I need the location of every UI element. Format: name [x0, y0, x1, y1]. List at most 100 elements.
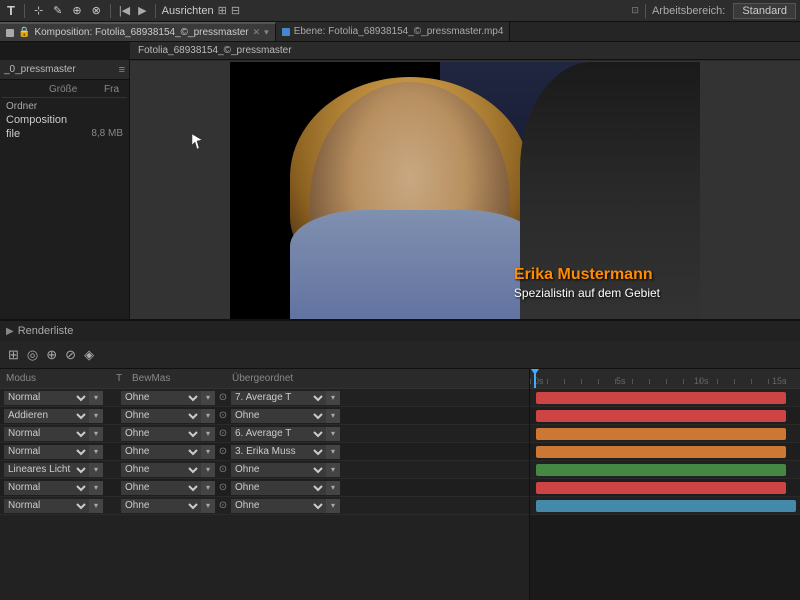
modus-select-3[interactable]: NormalAddierenLineares Licht: [4, 445, 89, 459]
col-t-header: T: [110, 373, 128, 384]
uebergeordnet-arrow-5[interactable]: ▾: [326, 481, 340, 495]
tl-tool-2[interactable]: ◎: [27, 347, 38, 363]
ruler-100: 100: [190, 60, 205, 61]
eye-5[interactable]: ⊙: [215, 480, 231, 496]
col-bewmas-header: BewMas: [128, 373, 228, 384]
uebergeordnet-arrow-4[interactable]: ▾: [326, 463, 340, 477]
layer-tab-label: Ebene: Fotolia_68938154_©_pressmaster.mp…: [294, 26, 504, 37]
bewmas-select-2[interactable]: Ohne: [121, 427, 201, 441]
uebergeordnet-select-1[interactable]: Ohne: [231, 409, 326, 423]
track-bar-1: [536, 410, 786, 422]
eye-6[interactable]: ⊙: [215, 498, 231, 514]
tl-tools-bar: ⊞ ◎ ⊕ ⊘ ◈: [0, 341, 800, 369]
uebergeordnet-select-2[interactable]: 6. Average TOhne: [231, 427, 326, 441]
lock-icon: 🔒: [18, 27, 30, 38]
table-row: NormalAddierenLineares Licht ▾ Ohne ▾ ⊙ …: [0, 443, 529, 461]
uebergeordnet-select-3[interactable]: 3. Erika MussOhne: [231, 445, 326, 459]
eye-0[interactable]: ⊙: [215, 390, 231, 406]
uebergeordnet-arrow-2[interactable]: ▾: [326, 427, 340, 441]
bewmas-select-5[interactable]: Ohne: [121, 481, 201, 495]
bewmas-arrow-5[interactable]: ▾: [201, 481, 215, 495]
modus-select-4[interactable]: Lineares LichtNormalAddieren: [4, 463, 89, 477]
bewmas-arrow-0[interactable]: ▾: [201, 391, 215, 405]
eye-3[interactable]: ⊙: [215, 444, 231, 460]
project-item-jpeg[interactable]: file 8,8 MB: [2, 127, 127, 141]
modus-select-1[interactable]: AddierenNormalLineares Licht: [4, 409, 89, 423]
uebergeordnet-select-5[interactable]: Ohne: [231, 481, 326, 495]
video-frame: Erika Mustermann Spezialistin auf dem Ge…: [230, 62, 700, 319]
bewmas-select-0[interactable]: Ohne: [121, 391, 201, 405]
modus-arrow-5[interactable]: ▾: [89, 481, 103, 495]
renderliste-label: Renderliste: [18, 325, 74, 337]
project-item-comp[interactable]: Composition: [2, 113, 127, 127]
renderliste-arrow[interactable]: ▶: [6, 326, 14, 337]
playback-back[interactable]: |◀: [117, 4, 132, 17]
uebergeordnet-select-4[interactable]: Ohne: [231, 463, 326, 477]
tl-tool-1[interactable]: ⊞: [8, 347, 19, 363]
tab-row: 🔒 Komposition: Fotolia_68938154_©_pressm…: [0, 22, 800, 42]
align-right[interactable]: ⊟: [231, 4, 240, 17]
bewmas-arrow-6[interactable]: ▾: [201, 499, 215, 513]
modus-select-0[interactable]: NormalAddierenLineares Licht: [4, 391, 89, 405]
standard-button[interactable]: Standard: [733, 3, 796, 19]
left-panel: _0_pressmaster ≡ Größe Fra Ordner Compos…: [0, 60, 130, 319]
tl-ruler: 0s 5s 10s 15s: [530, 369, 800, 389]
comp-tab-close[interactable]: ✕: [253, 27, 261, 38]
uebergeordnet-select-0[interactable]: 7. Average TOhne: [231, 391, 326, 405]
col-modus-header: Modus: [0, 373, 110, 384]
modus-select-5[interactable]: NormalAddierenLineares Licht: [4, 481, 89, 495]
bewmas-select-4[interactable]: Ohne: [121, 463, 201, 477]
modus-arrow-6[interactable]: ▾: [89, 499, 103, 513]
eye-2[interactable]: ⊙: [215, 426, 231, 442]
tool-t[interactable]: T: [4, 3, 18, 18]
eye-1[interactable]: ⊙: [215, 408, 231, 424]
tl-tool-5[interactable]: ◈: [84, 347, 94, 363]
modus-arrow-0[interactable]: ▾: [89, 391, 103, 405]
person-body: [290, 210, 540, 319]
comp-tab-label: Komposition: Fotolia_68938154_©_pressmas…: [34, 27, 248, 38]
project-items: Ordner Composition file 8,8 MB: [2, 98, 127, 143]
layer-tab[interactable]: Ebene: Fotolia_68938154_©_pressmaster.mp…: [276, 22, 511, 41]
align-left[interactable]: ⊞: [218, 4, 227, 17]
bewmas-arrow-1[interactable]: ▾: [201, 409, 215, 423]
eye-4[interactable]: ⊙: [215, 462, 231, 478]
modus-select-6[interactable]: NormalAddierenLineares Licht: [4, 499, 89, 513]
bewmas-select-3[interactable]: Ohne: [121, 445, 201, 459]
separator-2: [110, 4, 111, 18]
comp-tab-menu[interactable]: ▾: [264, 27, 269, 38]
modus-arrow-2[interactable]: ▾: [89, 427, 103, 441]
tl-tool-4[interactable]: ⊘: [65, 347, 76, 363]
tl-tool-3[interactable]: ⊕: [46, 347, 57, 363]
ruler-200: 200: [250, 60, 265, 61]
playback-play[interactable]: ▶: [136, 4, 148, 17]
project-menu-btn[interactable]: ≡: [119, 64, 125, 76]
track-row-6: [530, 497, 800, 515]
modus-arrow-1[interactable]: ▾: [89, 409, 103, 423]
uebergeordnet-select-6[interactable]: Ohne: [231, 499, 326, 513]
modus-arrow-4[interactable]: ▾: [89, 463, 103, 477]
bewmas-select-6[interactable]: Ohne: [121, 499, 201, 513]
bewmas-arrow-4[interactable]: ▾: [201, 463, 215, 477]
modus-arrow-3[interactable]: ▾: [89, 445, 103, 459]
tool-shape[interactable]: ⊕: [69, 4, 84, 17]
tl-content: Modus T BewMas Übergeordnet NormalAddier…: [0, 369, 800, 600]
tool-pen[interactable]: ✎: [50, 4, 65, 17]
uebergeordnet-arrow-1[interactable]: ▾: [326, 409, 340, 423]
table-row: NormalAddierenLineares Licht ▾ Ohne ▾ ⊙ …: [0, 479, 529, 497]
table-row: NormalAddierenLineares Licht ▾ Ohne ▾ ⊙ …: [0, 389, 529, 407]
modus-select-2[interactable]: NormalAddierenLineares Licht: [4, 427, 89, 441]
tool-move[interactable]: ⊹: [31, 4, 46, 17]
uebergeordnet-arrow-6[interactable]: ▾: [326, 499, 340, 513]
project-item-ordner[interactable]: Ordner: [2, 100, 127, 113]
bewmas-select-1[interactable]: Ohne: [121, 409, 201, 423]
uebergeordnet-arrow-3[interactable]: ▾: [326, 445, 340, 459]
uebergeordnet-arrow-0[interactable]: ▾: [326, 391, 340, 405]
ruler-300: 300: [310, 60, 325, 61]
bewmas-arrow-2[interactable]: ▾: [201, 427, 215, 441]
tool-mask[interactable]: ⊗: [89, 4, 104, 17]
bewmas-arrow-3[interactable]: ▾: [201, 445, 215, 459]
track-bar-2: [536, 428, 786, 440]
app: T ⊹ ✎ ⊕ ⊗ |◀ ▶ Ausrichten ⊞ ⊟ ⊡ Arbeitsb…: [0, 0, 800, 600]
tl-tracks: [530, 389, 800, 600]
comp-tab[interactable]: 🔒 Komposition: Fotolia_68938154_©_pressm…: [0, 22, 276, 41]
